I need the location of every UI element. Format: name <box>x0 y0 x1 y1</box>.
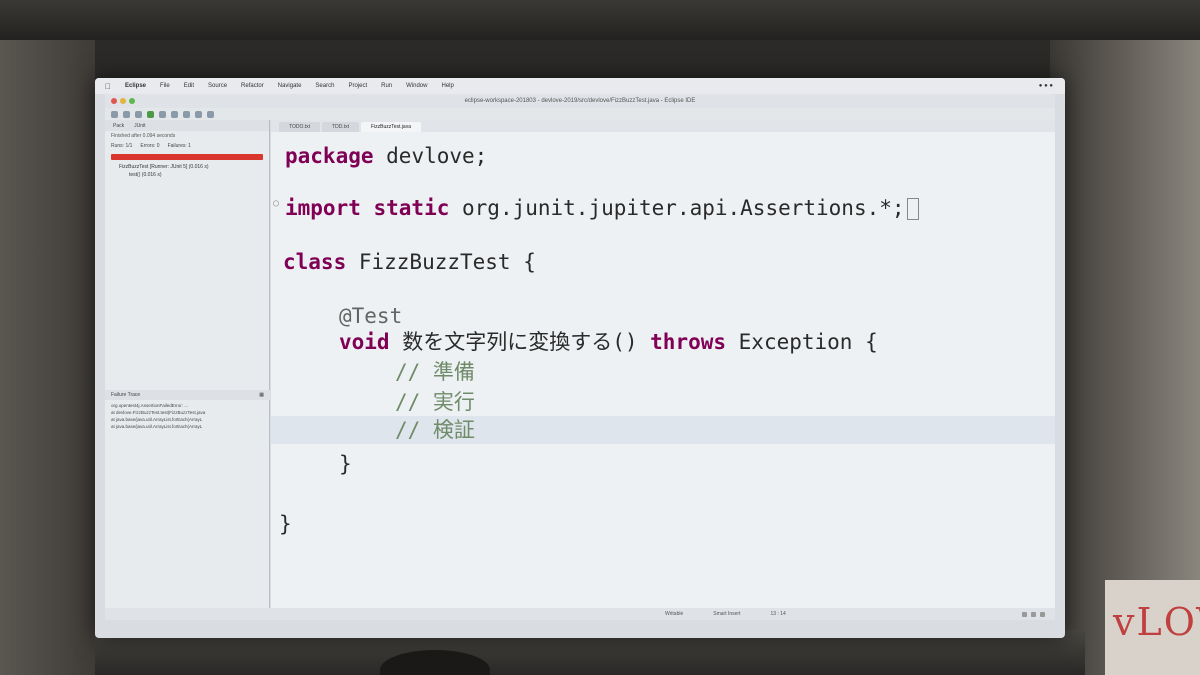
junit-finished-info: Finished after 0.094 seconds <box>111 133 176 139</box>
code-line-comment-verify: // 検証 <box>271 416 1055 444</box>
keyword-throws: throws <box>650 330 727 354</box>
comment-verify: // 検証 <box>395 418 475 442</box>
filter-trace-icon[interactable]: ▦ <box>259 392 264 398</box>
keyword-class: class <box>283 250 347 274</box>
notification-icon[interactable] <box>1031 611 1036 617</box>
projected-screen:  Eclipse File Edit Source Refactor Navi… <box>95 78 1065 638</box>
menu-file[interactable]: File <box>160 83 170 89</box>
heap-icon[interactable] <box>1040 611 1045 617</box>
room-ceiling <box>0 0 1200 40</box>
text-cursor <box>906 198 919 220</box>
junit-panel: Pack JUnit Finished after 0.094 seconds … <box>105 120 270 608</box>
code-line-import: import static org.junit.jupiter.api.Asse… <box>285 194 1065 222</box>
failure-trace-header: Failure Trace ▦ <box>105 390 270 400</box>
tab-fizzbuzztest[interactable]: FizzBuzzTest.java <box>360 122 421 132</box>
test-tree-item[interactable]: FizzBuzzTest [Runner: JUnit 5] (0.016 s) <box>105 163 269 171</box>
menu-help[interactable]: Help <box>441 83 453 89</box>
code-editor[interactable]: package devlove; ○ import static org.jun… <box>271 132 1055 608</box>
class-declaration: FizzBuzzTest { <box>346 250 536 274</box>
forward-icon[interactable] <box>207 110 214 118</box>
code-line-method-close: } <box>339 450 1065 478</box>
errors-counter: Errors: 0 <box>140 143 160 149</box>
window-titlebar: eclipse-workspace-201803 - devlove-2019/… <box>105 94 1055 108</box>
tab-todo[interactable]: TODO.txt <box>279 122 321 132</box>
keyword-package: package <box>285 144 374 168</box>
code-line-class-close: } <box>279 510 1063 538</box>
runs-counter: Runs: 1/1 <box>111 143 133 149</box>
package-name: devlove; <box>373 144 488 168</box>
status-icons <box>1022 611 1055 617</box>
new-icon[interactable] <box>111 110 118 118</box>
search-icon[interactable] <box>183 110 190 118</box>
menu-navigate[interactable]: Navigate <box>278 83 302 89</box>
menu-run[interactable]: Run <box>381 83 392 89</box>
trace-line[interactable]: at devlove.FizzBuzzTest.test(FizzBuzzTes… <box>105 409 270 416</box>
debug-icon[interactable] <box>135 110 142 118</box>
menu-search[interactable]: Search <box>315 83 334 89</box>
room-sign: vLOV <box>1105 580 1200 675</box>
save-icon[interactable] <box>123 110 130 118</box>
fold-marker-icon[interactable]: ○ <box>273 198 279 209</box>
failure-trace-title: Failure Trace <box>111 392 141 398</box>
method-close-brace: } <box>339 452 352 476</box>
test-annotation: @Test <box>339 304 403 328</box>
code-line-class: class FizzBuzzTest { <box>283 248 1065 276</box>
test-tree-item[interactable]: test() (0.016 s) <box>105 171 269 179</box>
menu-project[interactable]: Project <box>348 83 367 89</box>
exception-clause: Exception { <box>726 330 878 354</box>
main-toolbar <box>105 108 1055 120</box>
menu-refactor[interactable]: Refactor <box>241 83 264 89</box>
tab-tdd[interactable]: TDD.txt <box>322 122 359 132</box>
code-line-package: package devlove; <box>285 142 1065 170</box>
junit-failure-bar <box>111 154 263 160</box>
code-line-comment-prepare: // 準備 <box>395 358 1065 386</box>
class-close-brace: } <box>279 512 292 536</box>
close-window-icon[interactable] <box>111 98 117 104</box>
code-line-annotation: @Test <box>339 302 1065 330</box>
trace-line[interactable]: at java.base/java.util.ArrayList.forEach… <box>105 423 270 430</box>
external-tools-icon[interactable] <box>171 110 178 118</box>
junit-counters: Runs: 1/1 Errors: 0 Failures: 1 <box>105 141 269 151</box>
status-insert-mode: Smart Insert <box>713 611 741 617</box>
menu-source[interactable]: Source <box>208 83 227 89</box>
progress-icon[interactable] <box>1022 611 1027 617</box>
comment-execute: // 実行 <box>395 390 475 414</box>
status-cursor-position: 13 : 14 <box>770 611 786 617</box>
menubar-status-icons: ● ● ● <box>1038 83 1053 89</box>
editor-tabs: TODO.txt TDD.txt FizzBuzzTest.java <box>271 120 1055 132</box>
comment-prepare: // 準備 <box>395 360 475 384</box>
window-title: eclipse-workspace-201803 - devlove-2019/… <box>464 98 696 104</box>
back-icon[interactable] <box>195 110 202 118</box>
menu-window[interactable]: Window <box>406 83 427 89</box>
panel-tabs: Pack JUnit <box>105 120 269 131</box>
minimize-window-icon[interactable] <box>120 98 126 104</box>
zoom-window-icon[interactable] <box>129 98 135 104</box>
menu-app-name[interactable]: Eclipse <box>125 83 146 89</box>
failure-trace-list: org.opentest4j.AssertionFailedError: ...… <box>105 402 270 430</box>
trace-line[interactable]: at java.base/java.util.ArrayList.forEach… <box>105 416 270 423</box>
code-line-method: void 数を文字列に変換する() throws Exception { <box>339 328 1065 356</box>
failures-counter: Failures: 1 <box>167 143 191 149</box>
window-controls <box>111 98 135 104</box>
keyword-import-static: import static <box>285 196 450 220</box>
room-wall-left <box>0 40 95 675</box>
status-bar: Writable Smart Insert 13 : 14 <box>105 608 1055 620</box>
import-path: org.junit.jupiter.api.Assertions.*; <box>449 196 905 220</box>
code-line-comment-execute: // 実行 <box>395 388 1065 416</box>
tab-package-explorer[interactable]: Pack <box>113 123 124 129</box>
trace-line[interactable]: org.opentest4j.AssertionFailedError: ... <box>105 402 270 409</box>
keyword-void: void <box>339 330 390 354</box>
run-icon[interactable] <box>147 110 154 118</box>
status-writable: Writable <box>665 611 684 617</box>
tab-junit[interactable]: JUnit <box>134 123 145 129</box>
mac-menubar:  Eclipse File Edit Source Refactor Navi… <box>95 78 1065 94</box>
coverage-icon[interactable] <box>159 110 166 118</box>
menu-edit[interactable]: Edit <box>184 83 194 89</box>
method-name: 数を文字列に変換する() <box>389 330 651 354</box>
apple-icon[interactable]:  <box>105 82 111 91</box>
